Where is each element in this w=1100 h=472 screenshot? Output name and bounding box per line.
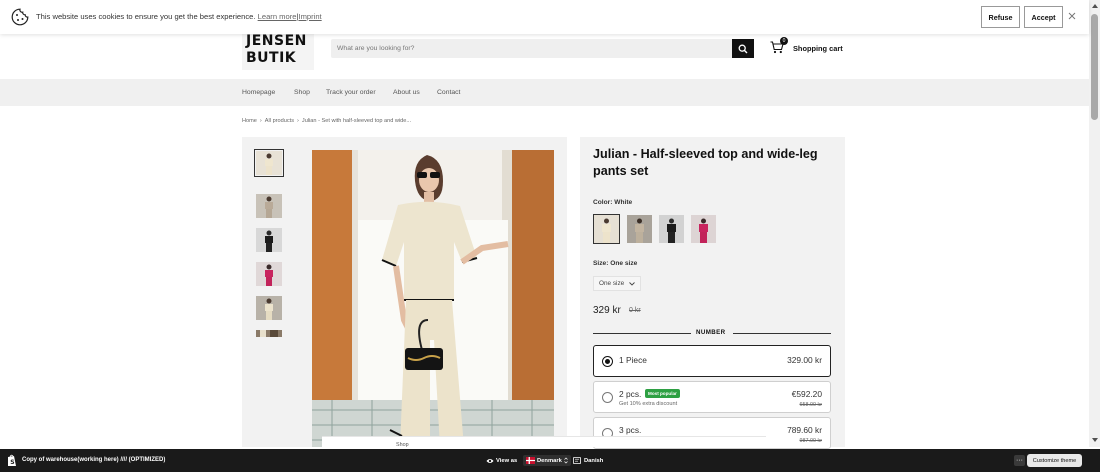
product-price: 329 kr [593, 305, 621, 316]
chevron-down-icon [629, 281, 636, 286]
heading-divider [733, 333, 831, 334]
view-as-label: View as [486, 455, 517, 466]
nav-item-shop[interactable]: Shop [294, 89, 310, 96]
color-swatch-khaki[interactable] [626, 214, 653, 244]
search-bar [331, 39, 754, 58]
chevron-updown-icon [564, 457, 568, 464]
svg-text:S: S [10, 459, 14, 466]
size-select-value: One size [599, 280, 625, 287]
color-swatch-black[interactable] [658, 214, 685, 244]
store-logo[interactable]: JENSEN BUTIK [242, 32, 314, 70]
nav-item-track-order[interactable]: Track your order [326, 89, 376, 96]
size-select[interactable]: One size [593, 276, 641, 291]
theme-preview-bar: S Copy of warehouse(working here) //// (… [0, 449, 1100, 472]
quantity-heading-text: NUMBER [696, 329, 726, 336]
cart-icon: 0 [770, 37, 788, 55]
cart-count-badge: 0 [780, 37, 788, 45]
quantity-option-1[interactable]: 1 Piece 329.00 kr [593, 345, 831, 377]
page-scrollbar[interactable] [1089, 0, 1100, 447]
breadcrumb: Home › All products › Julian - Set with half… [242, 118, 411, 124]
language-selector[interactable]: Danish [573, 455, 603, 466]
translate-icon [573, 457, 581, 464]
imprint-link[interactable]: Imprint [298, 12, 321, 21]
quantity-heading: NUMBER [593, 328, 831, 338]
color-swatch-pink[interactable] [690, 214, 717, 244]
heading-divider [593, 333, 691, 334]
cookie-message-text: This website uses cookies to ensure you … [36, 12, 256, 21]
breadcrumb-separator: › [297, 118, 299, 124]
theme-name: Copy of warehouse(working here) //// (OP… [22, 457, 166, 463]
size-label: Size: One size [593, 260, 637, 267]
scrollbar-thumb[interactable] [1091, 14, 1098, 120]
size-value: One size [610, 260, 638, 267]
cookie-icon [11, 8, 29, 26]
country-selector[interactable]: Denmark [523, 455, 571, 466]
option-subtext: Get 10% extra discount [619, 401, 678, 407]
nav-item-homepage[interactable]: Homepage [242, 89, 275, 96]
size-label-text: Size: [593, 260, 609, 267]
thumbnail-image[interactable] [254, 192, 284, 220]
accept-button[interactable]: Accept [1024, 6, 1063, 28]
thumbnail-image[interactable] [254, 294, 284, 322]
customize-theme-button[interactable]: Customize theme [1027, 454, 1082, 467]
radio-selected[interactable] [602, 356, 613, 367]
refuse-button[interactable]: Refuse [981, 6, 1020, 28]
radio-unselected[interactable] [602, 392, 613, 403]
sticky-shop-label[interactable]: Shop [396, 442, 409, 448]
denmark-flag-icon [526, 457, 535, 464]
main-product-image[interactable] [312, 150, 554, 447]
shopify-icon: S [8, 454, 16, 466]
breadcrumb-all-products[interactable]: All products [265, 118, 294, 124]
most-popular-badge: Most popular [645, 389, 680, 398]
compare-at-price: 0 kr [629, 307, 641, 314]
color-value: White [614, 199, 633, 206]
thumbnail-image[interactable] [254, 328, 284, 338]
breadcrumb-home[interactable]: Home [242, 118, 257, 124]
eye-icon [486, 458, 494, 463]
close-icon[interactable] [1067, 11, 1077, 21]
product-info-panel: Julian - Half-sleeved top and wide-leg p… [580, 137, 845, 449]
cookie-message: This website uses cookies to ensure you … [36, 12, 322, 21]
option-price: 789.60 kr [787, 425, 822, 435]
option-old-price: 658.00 kr [799, 402, 822, 408]
color-swatch-white[interactable] [593, 214, 620, 244]
cookie-banner: This website uses cookies to ensure you … [0, 0, 1089, 34]
scroll-down-icon[interactable] [1092, 438, 1098, 442]
color-label: Color: White [593, 199, 632, 206]
shopping-cart[interactable]: 0 Shopping cart [770, 37, 843, 56]
search-button[interactable] [732, 39, 754, 58]
option-label: 2 pcs. [619, 389, 642, 399]
breadcrumb-separator: › [259, 118, 262, 124]
option-label: 1 Piece [619, 355, 647, 365]
logo-line1: JENSEN [246, 33, 307, 49]
thumbnail-image[interactable] [254, 260, 284, 288]
product-gallery [242, 137, 567, 447]
view-as-text: View as [496, 457, 518, 464]
sticky-bottom-nav: Shop [322, 436, 766, 448]
scroll-up-icon[interactable] [1092, 4, 1098, 8]
language-value: Danish [584, 457, 604, 464]
option-label: 3 pcs. [619, 425, 642, 435]
breadcrumb-current: Julian - Set with half-sleeved top and w… [301, 118, 412, 124]
cart-label: Shopping cart [793, 43, 843, 53]
option-old-price: 987.00 kr [799, 438, 822, 444]
quantity-option-2[interactable]: 2 pcs. Most popular Get 10% extra discou… [593, 381, 831, 413]
thumbnail-image[interactable] [254, 226, 284, 254]
nav-item-about-us[interactable]: About us [393, 89, 420, 96]
nav-item-contact[interactable]: Contact [437, 89, 460, 96]
country-value: Denmark [537, 457, 562, 464]
search-input[interactable] [331, 39, 732, 58]
product-title: Julian - Half-sleeved top and wide-leg p… [593, 147, 818, 178]
thumbnail-image[interactable] [254, 149, 284, 177]
logo-line2: BUTIK [246, 50, 297, 66]
main-nav: Homepage Shop Track your order About us … [0, 79, 1089, 106]
learn-more-link[interactable]: Learn more [258, 12, 297, 21]
more-options-button[interactable]: ··· [1014, 455, 1025, 466]
search-icon [738, 44, 748, 53]
option-price: 329.00 kr [787, 355, 822, 365]
color-label-text: Color: [593, 199, 613, 206]
option-price: €592.20 [791, 389, 822, 399]
